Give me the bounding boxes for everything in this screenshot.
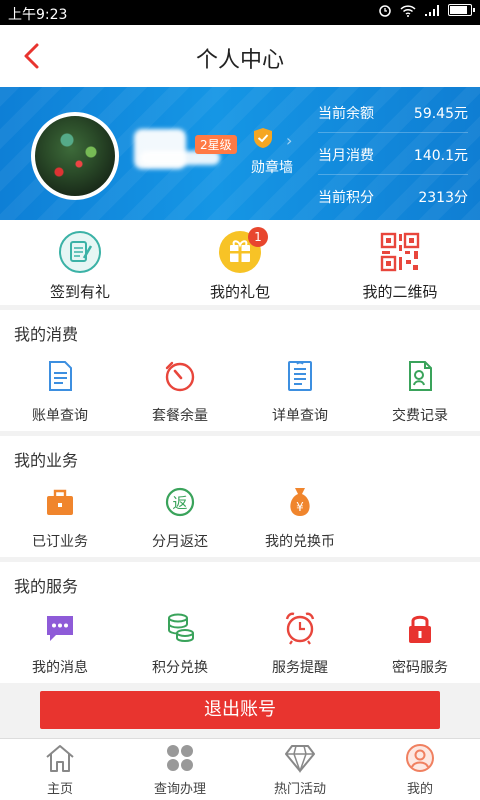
wifi-icon xyxy=(400,4,416,17)
quick-sign-in[interactable]: 签到有礼 xyxy=(0,220,160,305)
gift-count-badge: 1 xyxy=(248,227,268,247)
tab-home[interactable]: 主页 xyxy=(0,739,120,800)
timer-icon xyxy=(165,361,195,392)
status-icons xyxy=(378,3,475,17)
exchange-coins-label: 我的兑换币 xyxy=(265,534,335,550)
exchange-coins-button[interactable]: ¥ 我的兑换币 xyxy=(240,479,360,561)
bill-query-label: 账单查询 xyxy=(32,408,88,424)
service-grid: 我的消息 积分兑换 服务提醒 密码服务 xyxy=(0,605,480,687)
my-messages-button[interactable]: 我的消息 xyxy=(0,605,120,687)
business-grid: 已订业务 返 分月返还 ¥ 我的兑换币 xyxy=(0,479,480,561)
profile-banner: 2星级 › 勋章墙 当前余额 59.45元 当月消费 140.1元 当前积分 2… xyxy=(0,87,480,220)
subscribed-services-label: 已订业务 xyxy=(32,534,88,550)
coins-icon xyxy=(168,613,194,643)
tab-home-label: 主页 xyxy=(46,782,73,797)
logout-button[interactable]: 退出账号 xyxy=(40,691,440,729)
lock-icon xyxy=(409,615,431,643)
briefcase-icon xyxy=(47,489,73,515)
tab-mine-label: 我的 xyxy=(406,782,433,797)
consumption-section: 我的消费 账单查询 套餐余量 详单查询 交费记录 xyxy=(0,310,480,431)
payment-record-icon xyxy=(409,361,432,391)
service-reminder-button[interactable]: 服务提醒 xyxy=(240,605,360,687)
chevron-right-icon: › xyxy=(286,131,293,150)
points-label: 当前积分 xyxy=(318,190,374,206)
quick-gift-pack-label: 我的礼包 xyxy=(209,283,270,301)
level-badge: 2星级 xyxy=(195,135,237,154)
status-time: 上午9:23 xyxy=(8,7,68,23)
payment-record-button[interactable]: 交费记录 xyxy=(360,353,480,435)
tab-activities-label: 热门活动 xyxy=(273,782,326,797)
quick-sign-in-label: 签到有礼 xyxy=(49,283,110,301)
alarm-clock-icon xyxy=(285,612,315,645)
money-bag-icon: ¥ xyxy=(290,488,310,516)
sign-in-icon xyxy=(59,231,101,273)
consumption-grid: 账单查询 套餐余量 详单查询 交费记录 xyxy=(0,353,480,435)
plan-balance-button[interactable]: 套餐余量 xyxy=(120,353,240,435)
points-exchange-button[interactable]: 积分兑换 xyxy=(120,605,240,687)
home-icon xyxy=(46,745,74,772)
business-section: 我的业务 已订业务 返 分月返还 ¥ 我的兑换币 xyxy=(0,436,480,557)
detail-query-button[interactable]: 详单查询 xyxy=(240,353,360,435)
tab-activities[interactable]: 热门活动 xyxy=(240,739,360,800)
points-value: 2313分 xyxy=(418,190,468,206)
medal-wall-link[interactable]: 勋章墙 xyxy=(251,157,293,177)
balance-value: 59.45元 xyxy=(413,106,468,122)
bill-query-button[interactable]: 账单查询 xyxy=(0,353,120,435)
quick-actions: 签到有礼 1 我的礼包 我的二维码 xyxy=(0,220,480,305)
detail-list-icon xyxy=(288,361,312,391)
svg-text:¥: ¥ xyxy=(296,500,304,514)
my-messages-label: 我的消息 xyxy=(32,660,88,676)
qr-code-icon xyxy=(380,232,420,272)
alarm-icon xyxy=(379,5,391,17)
balance-row[interactable]: 当前余额 59.45元 xyxy=(318,91,468,133)
battery-icon xyxy=(448,4,475,16)
password-service-button[interactable]: 密码服务 xyxy=(360,605,480,687)
monthly-spend-value: 140.1元 xyxy=(413,148,468,164)
quick-qr-code[interactable]: 我的二维码 xyxy=(320,220,480,305)
plan-balance-label: 套餐余量 xyxy=(152,408,208,424)
monthly-spend-row[interactable]: 当月消费 140.1元 xyxy=(318,133,468,175)
payment-record-label: 交费记录 xyxy=(392,408,448,424)
user-icon xyxy=(406,744,434,772)
service-reminder-label: 服务提醒 xyxy=(272,660,328,676)
refund-icon: 返 xyxy=(165,487,195,517)
detail-query-label: 详单查询 xyxy=(272,408,328,424)
status-bar: 上午9:23 xyxy=(0,0,480,25)
section-title: 我的消费 xyxy=(14,325,79,344)
signal-icon xyxy=(425,4,439,16)
bill-icon xyxy=(49,361,72,391)
svg-text:返: 返 xyxy=(172,494,187,512)
title-bar: 个人中心 xyxy=(0,25,480,87)
balance-label: 当前余额 xyxy=(318,106,374,122)
monthly-spend-label: 当月消费 xyxy=(318,148,374,164)
password-service-label: 密码服务 xyxy=(392,660,448,676)
tab-query-label: 查询办理 xyxy=(153,782,206,797)
section-title: 我的业务 xyxy=(14,451,79,470)
avatar[interactable] xyxy=(31,112,119,200)
monthly-refund-button[interactable]: 返 分月返还 xyxy=(120,479,240,561)
section-title: 我的服务 xyxy=(14,577,79,596)
service-section: 我的服务 我的消息 积分兑换 服务提醒 密码服务 xyxy=(0,562,480,683)
subscribed-services-button[interactable]: 已订业务 xyxy=(0,479,120,561)
message-icon xyxy=(47,616,73,641)
points-row[interactable]: 当前积分 2313分 xyxy=(318,175,468,217)
shield-medal-icon[interactable] xyxy=(253,127,273,149)
quick-gift-pack[interactable]: 1 我的礼包 xyxy=(160,220,320,305)
tab-query[interactable]: 查询办理 xyxy=(120,739,240,800)
bottom-tab-bar: 主页 查询办理 热门活动 我的 xyxy=(0,738,480,800)
points-exchange-label: 积分兑换 xyxy=(152,660,208,676)
page-title: 个人中心 xyxy=(195,48,284,73)
monthly-refund-label: 分月返还 xyxy=(152,534,208,550)
grid-icon xyxy=(167,745,193,771)
tab-mine[interactable]: 我的 xyxy=(360,739,480,800)
quick-qr-code-label: 我的二维码 xyxy=(362,283,438,301)
diamond-icon xyxy=(285,745,315,773)
logout-area: 退出账号 xyxy=(0,684,480,738)
